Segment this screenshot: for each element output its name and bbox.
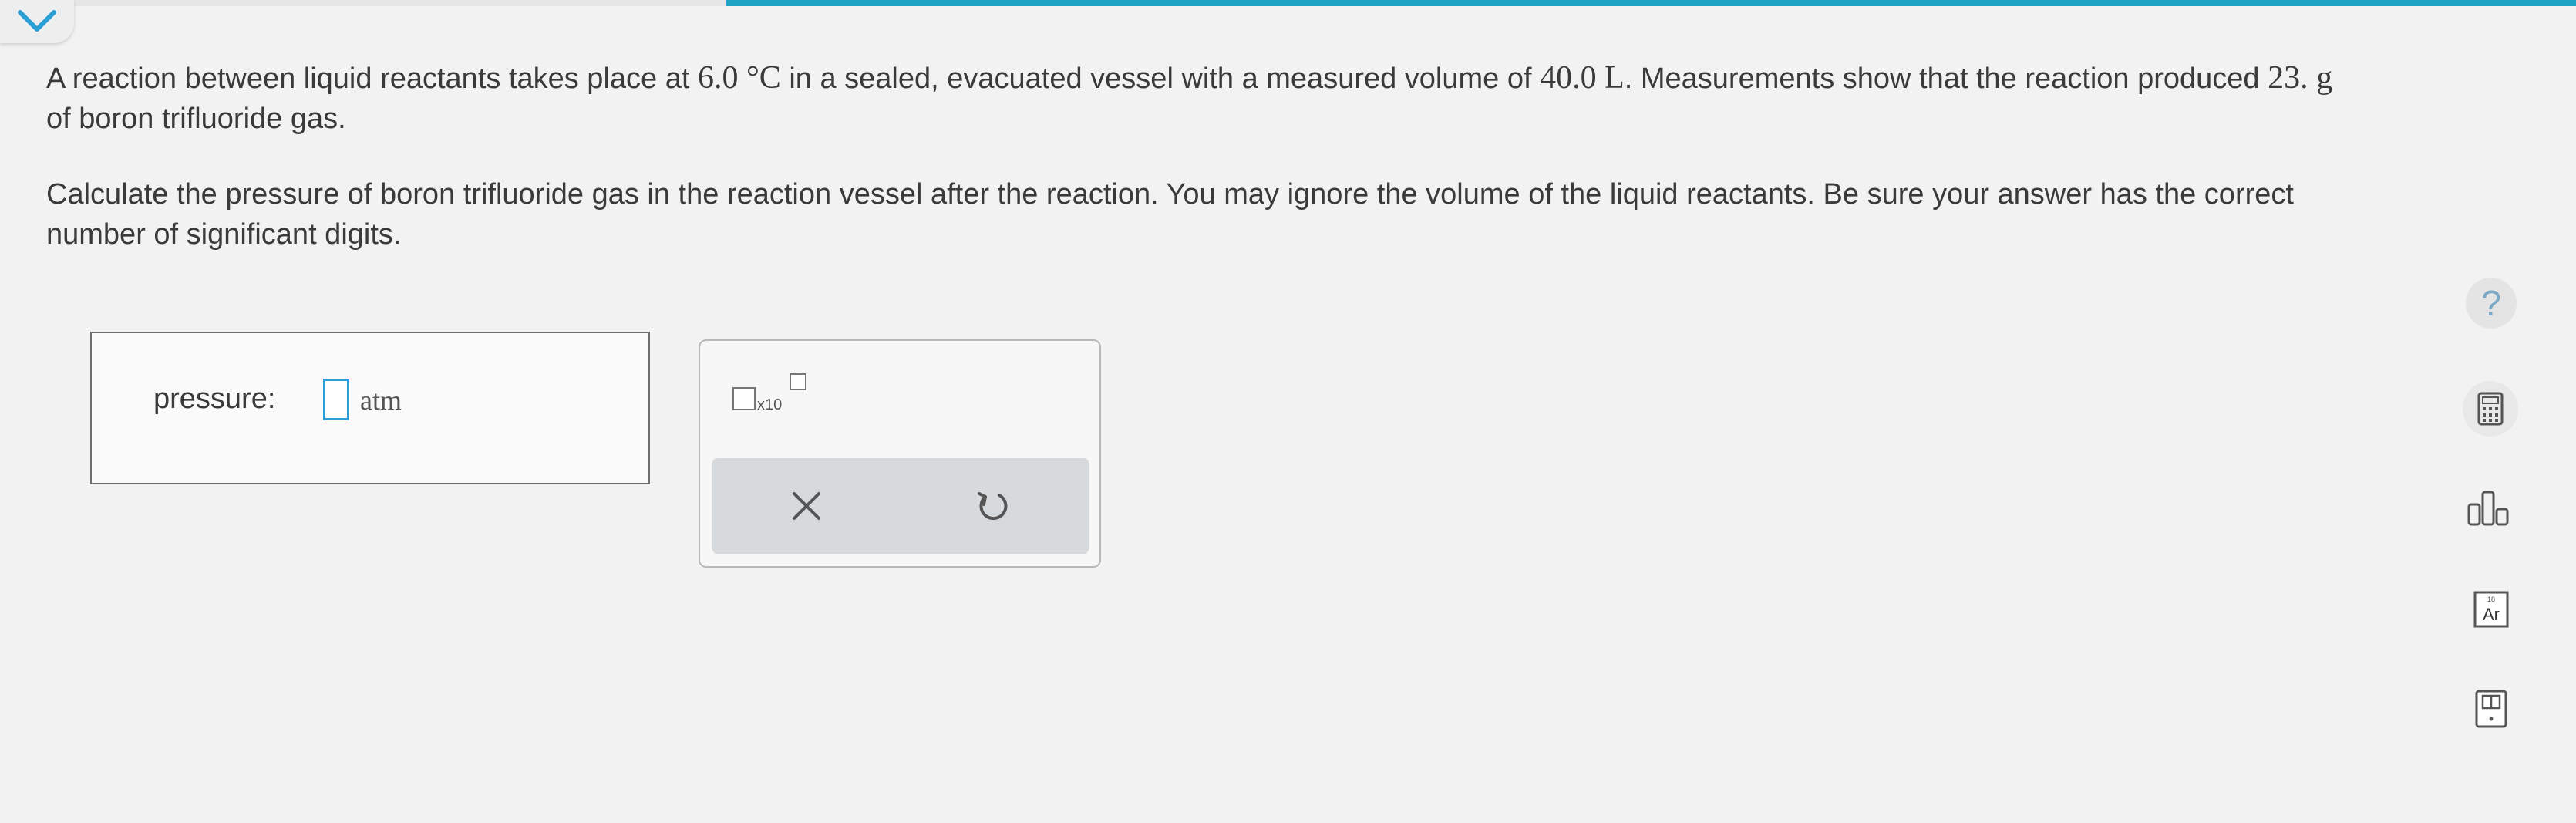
data-chart-button[interactable] <box>2460 478 2521 540</box>
periodic-symbol: Ar <box>2483 605 2500 624</box>
collapse-button[interactable] <box>0 0 74 43</box>
sci-base-box <box>732 387 756 410</box>
question-text-1: A reaction between liquid reactants take… <box>46 62 698 95</box>
pressure-unit: atm <box>360 385 402 416</box>
sci-exponent-box <box>790 373 806 390</box>
reference-book-icon <box>2475 690 2507 728</box>
calculator-icon <box>2463 381 2518 437</box>
clear-button[interactable] <box>782 481 831 531</box>
calculator-button[interactable] <box>2460 378 2521 440</box>
question-paragraph-1: A reaction between liquid reactants take… <box>46 58 2352 139</box>
scientific-notation-button[interactable]: x10 <box>732 373 810 420</box>
temperature-value: 6.0 °C <box>697 60 781 96</box>
undo-button[interactable] <box>968 481 1018 531</box>
sci-times-label: x10 <box>757 396 783 413</box>
math-tool-panel: x10 <box>699 339 1101 568</box>
reference-button[interactable] <box>2460 679 2521 740</box>
question-text-2: in a sealed, evacuated vessel with a mea… <box>780 62 1541 95</box>
question-text: A reaction between liquid reactants take… <box>46 58 2352 255</box>
question-text-4: of boron trifluoride gas. <box>46 103 346 135</box>
periodic-table-button[interactable]: 18 Ar <box>2460 578 2521 640</box>
answer-box: pressure: atm <box>90 332 650 484</box>
pressure-input[interactable] <box>323 379 349 420</box>
bar-chart-icon <box>2467 491 2509 526</box>
periodic-number: 18 <box>2487 595 2495 603</box>
action-row <box>712 458 1089 554</box>
undo-icon <box>978 492 1008 521</box>
help-button[interactable]: ? <box>2466 278 2517 329</box>
pressure-label: pressure: <box>153 383 276 415</box>
question-paragraph-2: Calculate the pressure of boron trifluor… <box>46 178 2294 251</box>
chevron-down-icon <box>18 10 56 32</box>
periodic-table-icon: 18 Ar <box>2473 591 2509 628</box>
x-icon <box>793 492 820 520</box>
mass-value: 23. g <box>2268 60 2333 96</box>
question-text-3: . Measurements show that the reaction pr… <box>1624 62 2268 95</box>
top-accent-bar <box>726 0 2576 6</box>
top-bar <box>0 0 2576 6</box>
volume-value: 40.0 L <box>1540 60 1625 96</box>
